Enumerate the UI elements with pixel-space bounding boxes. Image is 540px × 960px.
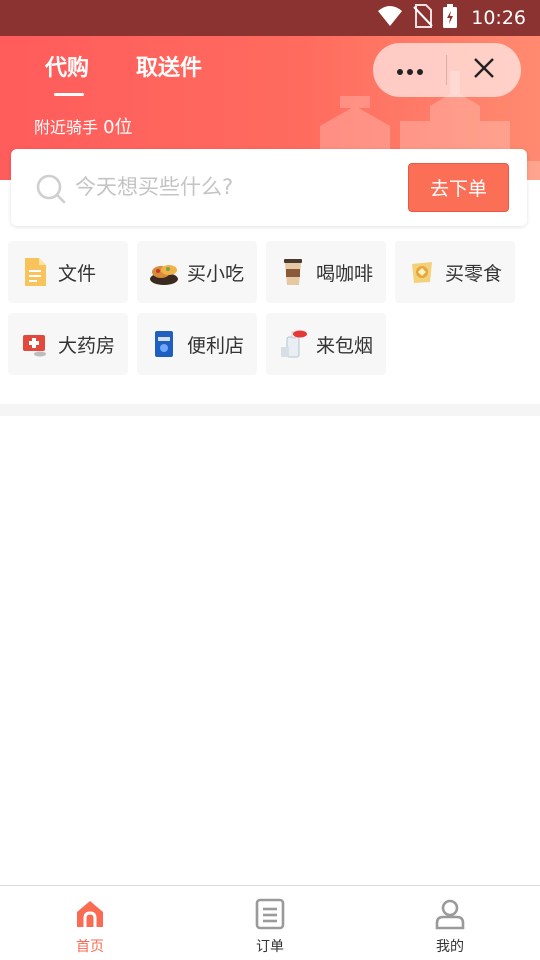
close-icon	[473, 57, 495, 83]
nearby-riders-count: 0位	[103, 117, 133, 138]
category-label: 来包烟	[316, 334, 374, 357]
nav-orders[interactable]: 订单	[180, 886, 360, 960]
nav-home[interactable]: 首页	[0, 886, 180, 960]
profile-icon	[435, 896, 465, 932]
nav-profile[interactable]: 我的	[360, 886, 540, 960]
nav-label: 订单	[256, 939, 284, 955]
category-label: 买零食	[445, 262, 503, 285]
home-icon	[74, 896, 106, 932]
category-cigarettes[interactable]: 来包烟	[266, 313, 386, 375]
document-icon	[20, 257, 50, 287]
store-icon	[149, 329, 179, 359]
section-divider	[0, 404, 540, 416]
status-icons: 10:26	[377, 0, 526, 36]
search-icon	[36, 174, 66, 208]
cigarette-icon	[278, 329, 308, 359]
nearby-riders-label: 附近骑手	[34, 118, 99, 137]
search-input[interactable]	[75, 167, 395, 207]
more-dots-icon	[396, 61, 424, 80]
bottom-nav: 首页 订单 我的	[0, 885, 540, 960]
chips-icon	[407, 257, 437, 287]
category-label: 大药房	[58, 334, 116, 357]
nav-label: 我的	[436, 939, 464, 955]
more-button[interactable]	[373, 43, 446, 97]
close-button[interactable]	[447, 43, 520, 97]
battery-icon	[443, 4, 458, 32]
medicine-icon	[20, 329, 50, 359]
category-label: 喝咖啡	[316, 262, 374, 285]
category-coffee[interactable]: 喝咖啡	[266, 241, 386, 303]
no-sim-icon	[413, 4, 433, 32]
category-snack[interactable]: 买小吃	[137, 241, 257, 303]
tab-daigou[interactable]: 代购	[45, 50, 89, 82]
miniprogram-capsule	[373, 43, 521, 97]
category-document[interactable]: 文件	[8, 241, 128, 303]
category-label: 买小吃	[187, 262, 245, 285]
snack-icon	[149, 257, 179, 287]
nearby-riders: 附近骑手 0位	[34, 113, 133, 139]
nav-label: 首页	[76, 939, 104, 955]
search-card: 去下单	[11, 149, 527, 226]
active-tab-indicator	[54, 93, 84, 96]
category-label: 便利店	[187, 334, 245, 357]
status-time: 10:26	[471, 7, 526, 29]
category-pharmacy[interactable]: 大药房	[8, 313, 128, 375]
category-convenience-store[interactable]: 便利店	[137, 313, 257, 375]
place-order-button[interactable]: 去下单	[408, 163, 509, 212]
status-bar: 10:26	[0, 0, 540, 36]
orders-icon	[255, 896, 285, 932]
category-label: 文件	[58, 262, 97, 285]
category-chips[interactable]: 买零食	[395, 241, 515, 303]
coffee-icon	[278, 257, 308, 287]
tab-qusong[interactable]: 取送件	[136, 50, 202, 82]
wifi-icon	[377, 5, 403, 31]
